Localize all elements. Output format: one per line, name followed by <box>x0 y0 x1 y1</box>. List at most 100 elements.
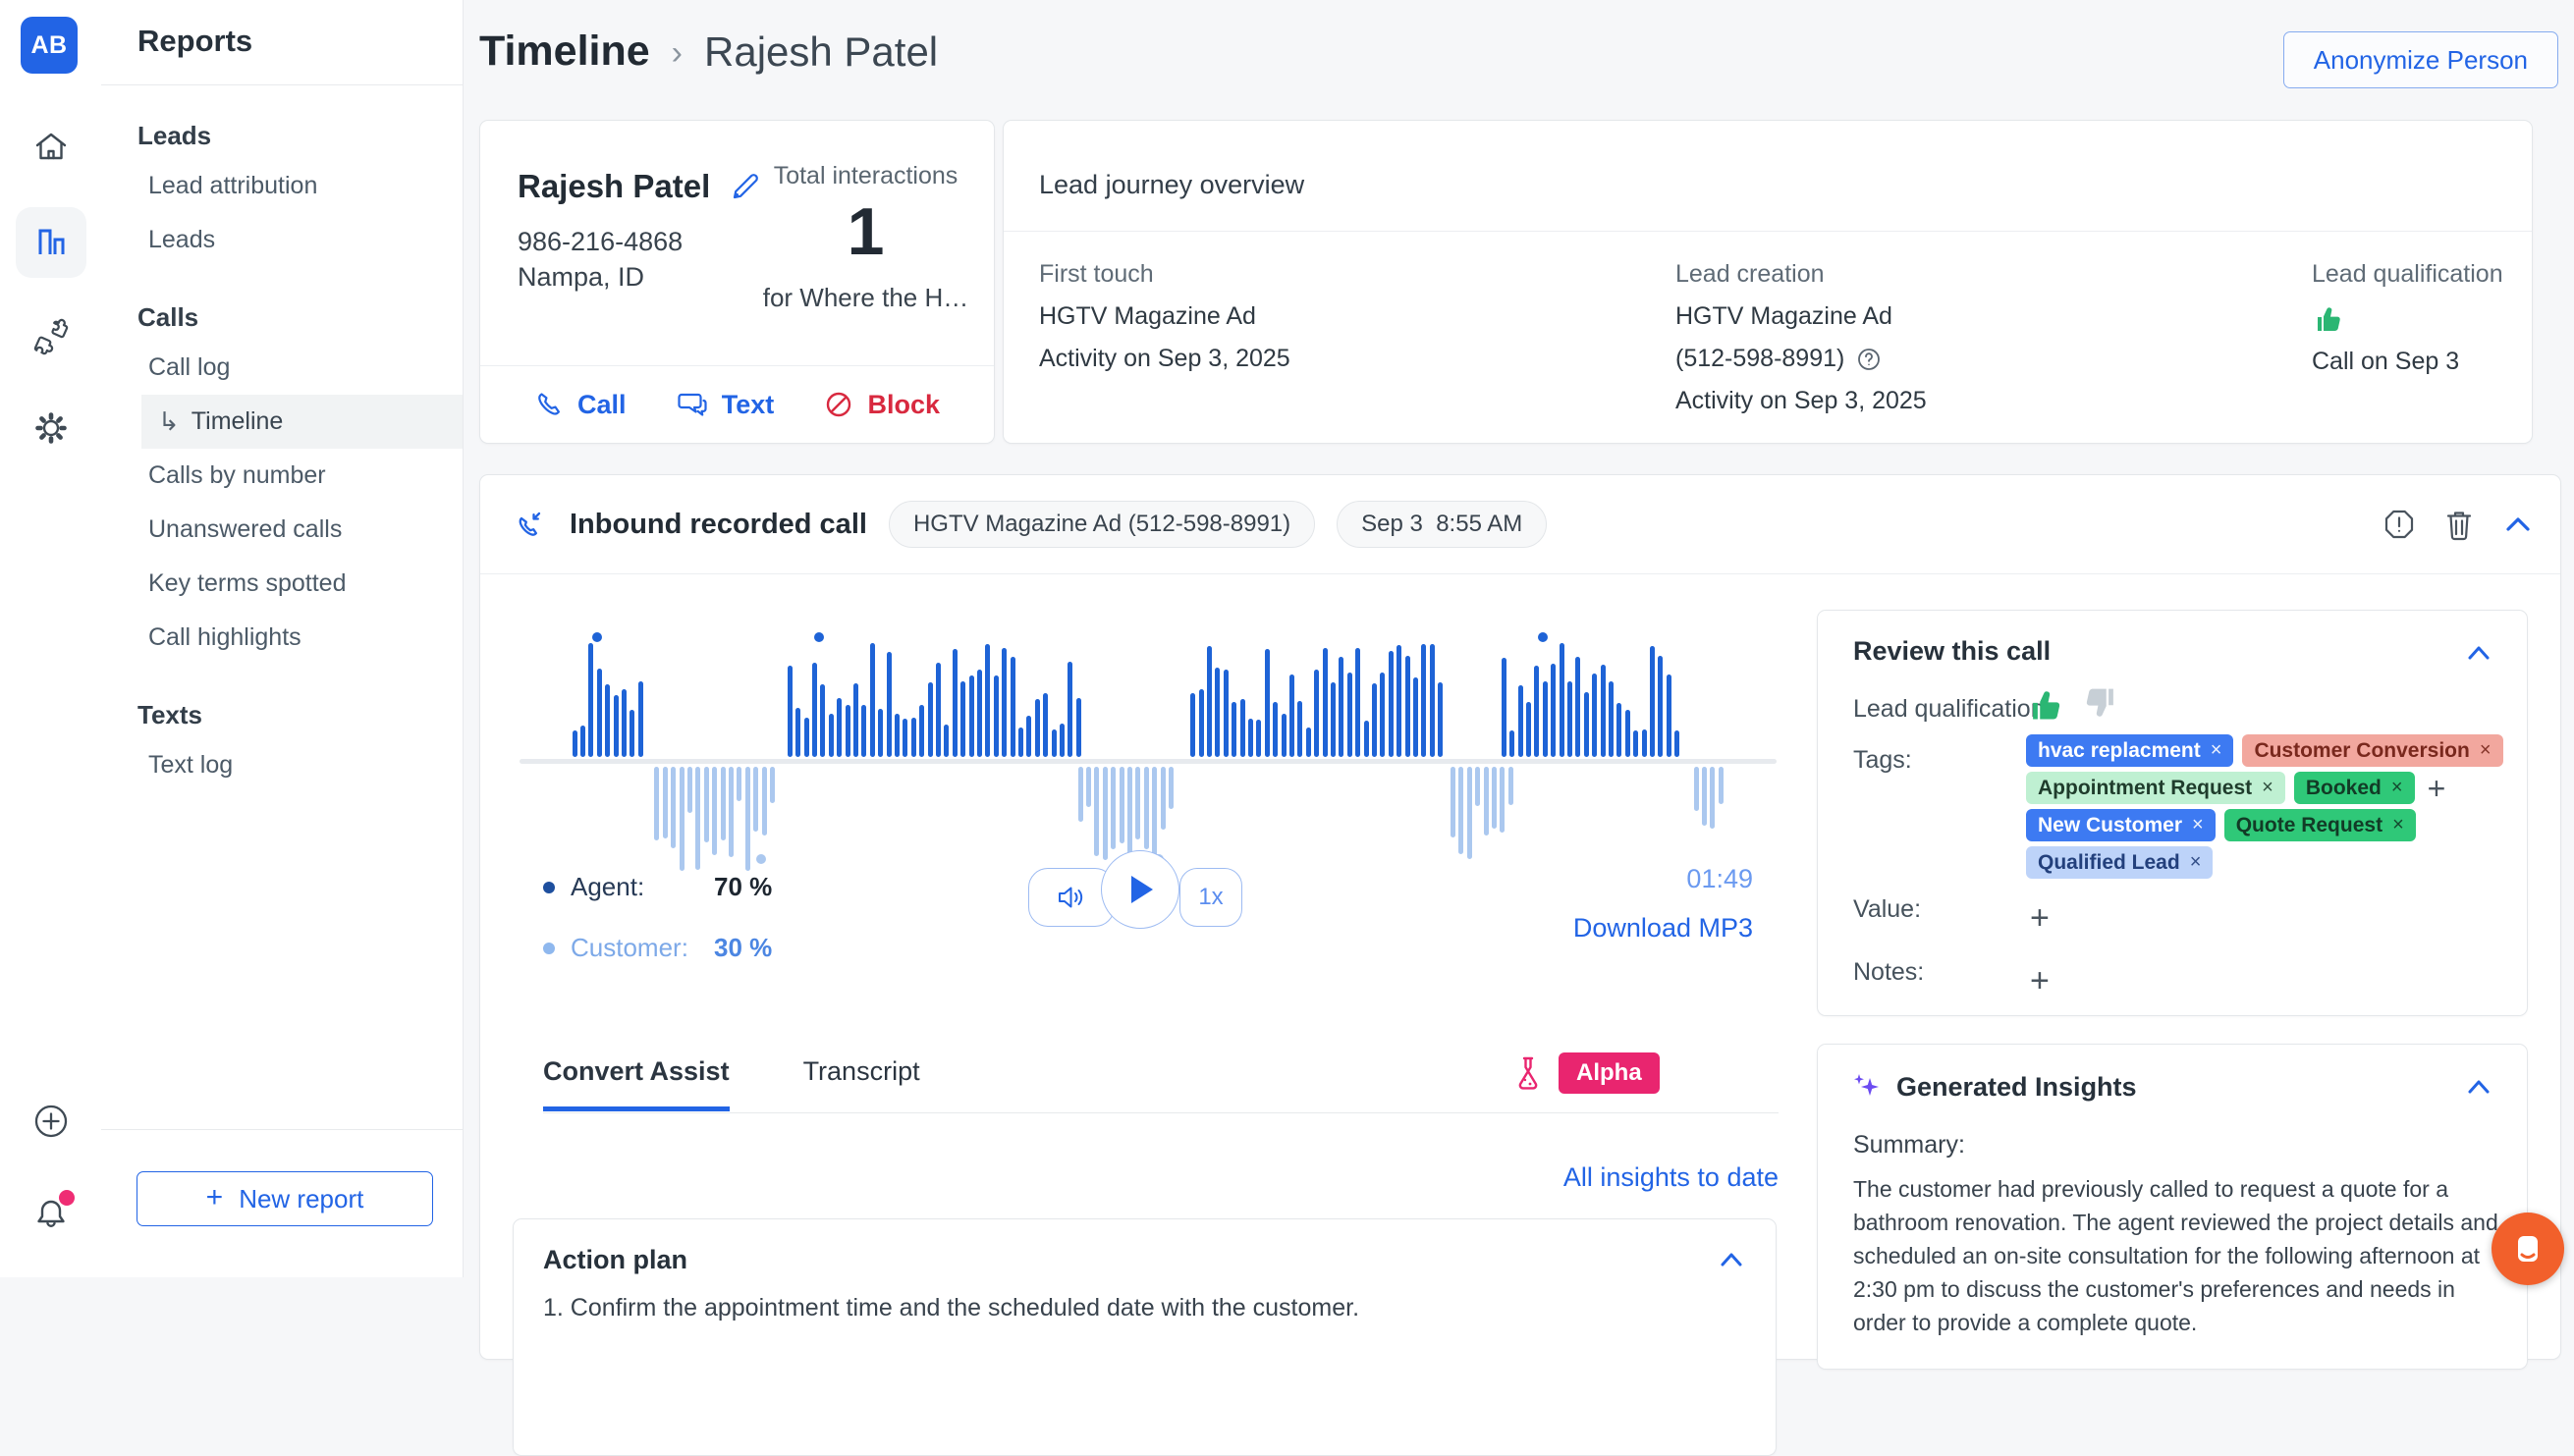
text-button[interactable]: Text <box>677 389 775 420</box>
sidebar-item-key-terms-spotted[interactable]: Key terms spotted <box>101 557 463 611</box>
download-mp3-link[interactable]: Download MP3 <box>1462 913 1753 944</box>
add-nav-button[interactable] <box>16 1086 86 1157</box>
icon-rail: AB <box>0 0 102 1277</box>
waveform-bar <box>1592 674 1597 757</box>
sidebar-item-lead-attribution[interactable]: Lead attribution <box>101 159 463 213</box>
remove-tag-icon[interactable]: × <box>2192 814 2204 836</box>
waveform-bar <box>928 682 933 757</box>
waveform-bar <box>1674 730 1679 757</box>
anonymize-person-button[interactable]: Anonymize Person <box>2283 31 2558 88</box>
review-qualification-label: Lead qualification: <box>1853 695 2052 724</box>
help-icon[interactable] <box>1856 347 1882 372</box>
thumbs-up-button[interactable] <box>2026 685 2063 723</box>
tag-quote-request[interactable]: Quote Request × <box>2224 809 2416 841</box>
insights-collapse-chevron[interactable] <box>2464 1076 2493 1098</box>
call-tabs: Convert Assist Transcript <box>543 1056 920 1113</box>
playback-speed-button[interactable]: 1x <box>1179 868 1242 927</box>
tag-customer-conversion[interactable]: Customer Conversion× <box>2242 734 2502 767</box>
edit-pencil-icon[interactable] <box>728 169 763 204</box>
waveform-bar <box>1161 767 1166 830</box>
waveform-bar <box>573 730 577 757</box>
sidebar-item-timeline[interactable]: ↳Timeline <box>141 395 463 449</box>
tag-label: Quote Request <box>2236 814 2382 837</box>
tag-new-customer[interactable]: New Customer× <box>2026 809 2216 841</box>
remove-tag-icon[interactable]: × <box>2190 851 2202 874</box>
account-avatar[interactable]: AB <box>21 17 78 74</box>
delete-icon[interactable] <box>2442 507 2476 542</box>
sidebar-item-unanswered-calls[interactable]: Unanswered calls <box>101 503 463 557</box>
notifications-button[interactable] <box>16 1179 86 1250</box>
waveform-bar <box>1248 719 1253 757</box>
waveform-bar <box>1314 670 1319 757</box>
review-collapse-chevron[interactable] <box>2464 642 2493 664</box>
agent-dot <box>543 882 555 893</box>
sidebar-item-leads[interactable]: Leads <box>101 213 463 267</box>
waveform-bar <box>695 767 700 870</box>
phone-icon <box>534 390 564 419</box>
action-plan-collapse-chevron[interactable] <box>1717 1249 1746 1270</box>
sidebar-item-text-log[interactable]: Text log <box>101 738 463 792</box>
sidebar-divider <box>101 84 463 85</box>
add-value-button[interactable]: + <box>2030 901 2050 935</box>
waveform-bar <box>687 767 692 813</box>
remove-tag-icon[interactable]: × <box>2211 739 2222 762</box>
collapse-call-chevron[interactable] <box>2501 512 2535 536</box>
waveform-bar <box>1484 767 1489 836</box>
reports-nav-button[interactable] <box>16 207 86 278</box>
remove-tag-icon[interactable]: × <box>2391 777 2403 799</box>
tab-transcript[interactable]: Transcript <box>803 1056 920 1106</box>
waveform-bar <box>1018 728 1023 757</box>
lead-journey-title: Lead journey overview <box>1039 170 1304 200</box>
tag-qualified-lead[interactable]: Qualified Lead× <box>2026 846 2213 879</box>
waveform-bar <box>829 714 834 757</box>
tag-booked[interactable]: Booked× <box>2294 772 2415 804</box>
tab-convert-assist[interactable]: Convert Assist <box>543 1056 730 1111</box>
tag-hvac-replacment[interactable]: hvac replacment× <box>2026 734 2233 767</box>
waveform-bar <box>846 705 850 757</box>
home-nav-button[interactable] <box>16 112 86 183</box>
tag-appointment-request[interactable]: Appointment Request× <box>2026 772 2285 804</box>
sidebar-item-call-log[interactable]: Call log <box>101 341 463 395</box>
waveform-bar <box>911 718 916 757</box>
sidebar-item-label: Key terms spotted <box>148 569 346 598</box>
waveform-bar <box>1601 665 1606 757</box>
settings-nav-button[interactable] <box>16 393 86 463</box>
remove-tag-icon[interactable]: × <box>2480 739 2492 762</box>
waveform-bar <box>1534 666 1539 757</box>
plus-circle-icon <box>29 1100 73 1143</box>
add-notes-button[interactable]: + <box>2030 964 2050 998</box>
sidebar-footer: + New report <box>101 1129 463 1277</box>
waveform-bar <box>1043 693 1048 757</box>
chat-launcher-button[interactable] <box>2492 1213 2564 1285</box>
add-tag-button[interactable]: + <box>2428 773 2446 804</box>
sidebar-item-label: Lead attribution <box>148 172 317 200</box>
waveform-bar <box>1086 767 1091 807</box>
waveform-bar <box>1224 670 1229 757</box>
sidebar-item-call-highlights[interactable]: Call highlights <box>101 611 463 665</box>
thumbs-down-button[interactable] <box>2083 685 2120 723</box>
sidebar-item-calls-by-number[interactable]: Calls by number <box>101 449 463 503</box>
waveform-bar <box>903 719 907 757</box>
waveform-bar <box>1135 767 1140 839</box>
waveform-bar <box>1667 674 1671 757</box>
waveform-bar <box>1190 693 1195 757</box>
breadcrumb-timeline[interactable]: Timeline <box>479 27 650 76</box>
lead-creation-number: (512-598-8991) <box>1675 345 1844 373</box>
waveform-bar <box>1347 673 1352 757</box>
agent-talk-ratio: Agent: 70 % <box>543 872 772 902</box>
remove-tag-icon[interactable]: × <box>2392 814 2404 836</box>
report-problem-icon[interactable] <box>2382 507 2417 542</box>
waveform-bar <box>1273 702 1278 757</box>
play-button[interactable] <box>1101 850 1179 929</box>
block-button[interactable]: Block <box>824 390 940 420</box>
integrations-nav-button[interactable] <box>16 301 86 372</box>
remove-tag-icon[interactable]: × <box>2262 777 2273 799</box>
call-button[interactable]: Call <box>534 390 627 420</box>
call-waveform[interactable] <box>543 640 1753 876</box>
new-report-button[interactable]: + New report <box>137 1171 433 1226</box>
all-insights-link[interactable]: All insights to date <box>1462 1162 1779 1193</box>
waveform-bar <box>1078 767 1083 822</box>
flask-icon <box>1511 1053 1545 1093</box>
call-source-pill[interactable]: HGTV Magazine Ad (512-598-8991) <box>889 501 1315 548</box>
lead-qualification-value: Call on Sep 3 <box>2312 348 2503 376</box>
